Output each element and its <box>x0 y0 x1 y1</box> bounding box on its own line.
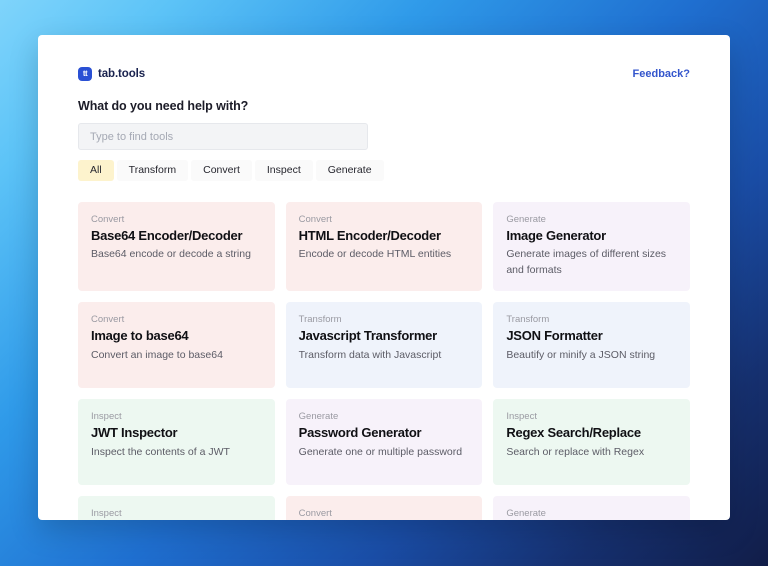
tool-card[interactable]: Inspect String Inspector Inspect the con… <box>78 495 275 520</box>
tool-card-category: Generate <box>506 507 546 519</box>
tool-card[interactable]: Convert Image to base64 Convert an image… <box>78 301 275 388</box>
tool-card[interactable]: Inspect JWT Inspector Inspect the conten… <box>78 398 275 485</box>
filter-tab-convert[interactable]: Convert <box>191 160 252 181</box>
tool-card-category: Convert <box>298 507 332 519</box>
tool-card-category: Convert <box>91 313 125 325</box>
tool-card-category: Inspect <box>91 410 122 422</box>
tool-card[interactable]: Transform JSON Formatter Beautify or min… <box>493 301 690 388</box>
tool-card-title: Image Generator <box>506 227 606 243</box>
tool-card[interactable]: Convert Base64 Encoder/Decoder Base64 en… <box>78 201 275 291</box>
tool-card-description: Inspect the contents of a JWT <box>91 445 230 458</box>
tab-tools-logo-icon: tt <box>78 66 92 81</box>
tool-card-title: HTML Encoder/Decoder <box>298 227 441 243</box>
tool-card-description: Transform data with Javascript <box>298 348 442 361</box>
filter-tab-generate[interactable]: Generate <box>315 160 384 181</box>
tool-card-description: Convert an image to base64 <box>91 348 223 361</box>
tool-card-title: JWT Inspector <box>91 425 178 441</box>
search-input[interactable] <box>78 123 368 150</box>
tool-card-title: Password Generator <box>298 425 422 441</box>
brand-logo[interactable]: tt tab.tools <box>78 66 146 81</box>
tool-card-category: Generate <box>506 213 546 225</box>
tool-card-category: Transform <box>298 313 342 325</box>
tool-card-description: Generate images of different sizes and f… <box>506 248 667 276</box>
tool-card-title: JSON Formatter <box>506 328 603 344</box>
app-panel: tt tab.tools Feedback? What do you need … <box>38 35 730 520</box>
tool-card[interactable]: Generate UUID Generator Generate one or … <box>493 495 690 520</box>
tool-card-category: Convert <box>298 213 332 225</box>
filter-tab-transform[interactable]: Transform <box>116 160 189 181</box>
tool-card-description: Generate one or multiple password <box>298 445 463 458</box>
tool-card-title: Javascript Transformer <box>298 328 438 344</box>
tool-card-category: Transform <box>506 313 550 325</box>
tool-card[interactable]: Inspect Regex Search/Replace Search or r… <box>493 398 690 485</box>
filter-tab-all[interactable]: All <box>78 160 114 181</box>
tool-card[interactable]: Generate Image Generator Generate images… <box>493 201 690 291</box>
tool-card[interactable]: Convert HTML Encoder/Decoder Encode or d… <box>285 201 483 291</box>
tool-card-description: Beautify or minify a JSON string <box>506 348 656 361</box>
tool-card-description: Encode or decode HTML entities <box>298 248 452 261</box>
tool-card-title: Base64 Encoder/Decoder <box>91 227 243 243</box>
brand-name-label: tab.tools <box>98 67 146 80</box>
tool-card-grid: Convert Base64 Encoder/Decoder Base64 en… <box>78 201 690 520</box>
category-filter-tabs: All Transform Convert Inspect Generate <box>78 160 690 181</box>
filter-tab-inspect[interactable]: Inspect <box>254 160 313 181</box>
tool-card-category: Generate <box>298 410 339 422</box>
tool-card-category: Inspect <box>91 507 122 519</box>
page-title: What do you need help with? <box>78 99 249 113</box>
tool-card[interactable]: Transform Javascript Transformer Transfo… <box>285 301 483 388</box>
feedback-link[interactable]: Feedback? <box>633 68 690 80</box>
page-header: tt tab.tools Feedback? <box>78 57 690 90</box>
tool-card-title: Image to base64 <box>91 328 189 344</box>
tool-card-description: Search or replace with Regex <box>506 445 645 458</box>
tool-card-title: Regex Search/Replace <box>506 425 641 441</box>
tool-card-description: Base64 encode or decode a string <box>91 248 251 261</box>
tool-card[interactable]: Convert URL Encoder/Decoder Encode or de… <box>285 495 483 520</box>
tool-card-category: Inspect <box>506 410 537 422</box>
tool-card-category: Convert <box>91 213 125 225</box>
tool-card[interactable]: Generate Password Generator Generate one… <box>285 398 483 485</box>
